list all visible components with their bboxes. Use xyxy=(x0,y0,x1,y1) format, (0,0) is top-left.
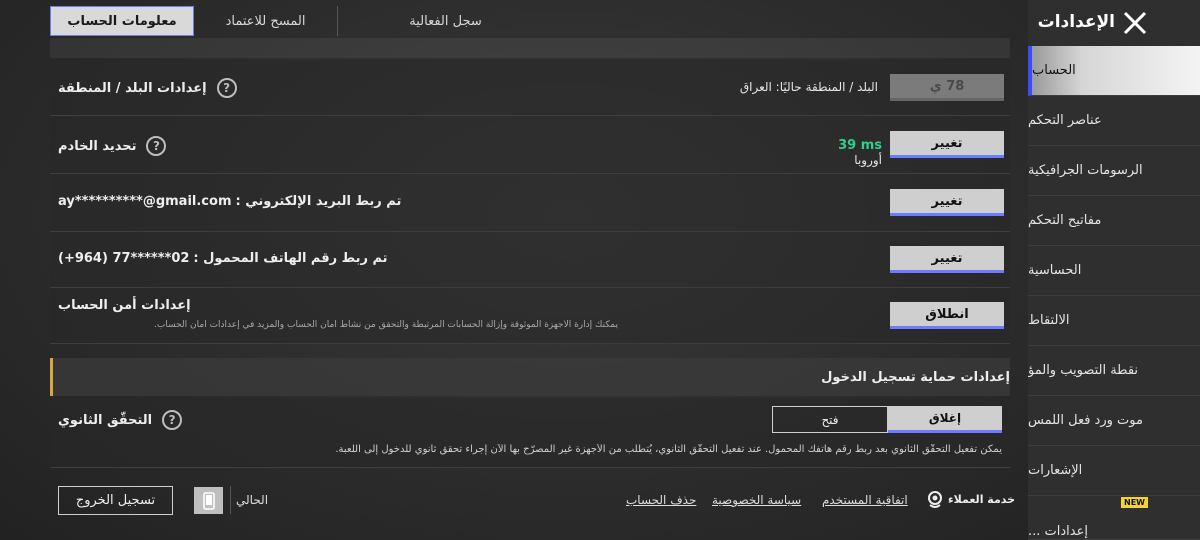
settings-sidebar: الإعدادات الحساب عناصر التحكم الرسومات ا… xyxy=(1028,0,1200,540)
two-factor-on-option[interactable]: فتح xyxy=(772,406,888,433)
change-phone-button[interactable]: تغيير xyxy=(890,246,1004,273)
sidebar-item-controls[interactable]: عناصر التحكم xyxy=(1028,96,1200,146)
server-label: تحديد الخادم xyxy=(58,138,137,154)
email-value: ay**********@gmail.com xyxy=(58,194,232,209)
top-tabs: معلومات الحساب المسح للاعتماد سجل الفعال… xyxy=(50,6,553,36)
security-description: يمكنك إدارة الأجهزة الموثوقة وإزالة الحس… xyxy=(154,320,618,330)
tab-scan-auth[interactable]: المسح للاعتماد xyxy=(194,6,338,36)
region-row: إعدادات البلد / المنطقة ? البلد / المنطق… xyxy=(50,60,1010,116)
sidebar-item-graphics[interactable]: الرسومات الجرافيكية xyxy=(1028,146,1200,196)
help-icon[interactable]: ? xyxy=(162,410,183,430)
tab-account-info[interactable]: معلومات الحساب xyxy=(50,6,194,36)
customer-support-link[interactable]: خدمة العملاء xyxy=(948,493,1015,506)
logout-button[interactable]: تسجيل الخروج xyxy=(58,486,173,515)
settings-title: الإعدادات xyxy=(1037,12,1115,32)
sidebar-item-keys[interactable]: مفاتيح التحكم xyxy=(1028,196,1200,246)
current-region-text: البلد / المنطقة حاليًا: العراق xyxy=(739,80,878,94)
support-icon[interactable] xyxy=(926,490,944,508)
phone-device-icon xyxy=(194,487,223,514)
sidebar-item-pickup[interactable]: الالتقاط xyxy=(1028,296,1200,346)
two-factor-off-option[interactable]: إغلاق xyxy=(888,406,1002,433)
server-status: 39 ms أوروبا xyxy=(810,138,882,167)
privacy-policy-link[interactable]: سياسة الخصوصية xyxy=(712,493,801,507)
sidebar-item-sensitivity[interactable]: الحساسية xyxy=(1028,246,1200,296)
region-label: إعدادات البلد / المنطقة xyxy=(58,80,207,96)
sidebar-item-crosshair[interactable]: نقطة التصويب والمؤ xyxy=(1028,346,1200,396)
two-factor-label: التحقّق الثانوي xyxy=(58,412,153,428)
security-label: إعدادات أمن الحساب xyxy=(58,298,191,313)
email-label: تم ربط البريد الإلكتروني : xyxy=(235,194,402,209)
delete-account-link[interactable]: حذف الحساب xyxy=(626,493,696,507)
tab-activity-log[interactable]: سجل الفعالية xyxy=(338,6,553,36)
current-device-label: الحالي xyxy=(236,493,269,507)
change-email-button[interactable]: تغيير xyxy=(890,189,1004,216)
tabs-divider xyxy=(50,38,1010,58)
launch-security-button[interactable]: انطلاق xyxy=(890,302,1004,329)
sidebar-item-account[interactable]: الحساب xyxy=(1028,46,1200,96)
new-badge: NEW xyxy=(1121,497,1148,508)
two-factor-toggle: فتح إغلاق xyxy=(772,406,1002,433)
security-row: إعدادات أمن الحساب يمكنك إدارة الأجهزة ا… xyxy=(50,288,1010,344)
phone-value: (+964) 77******02 xyxy=(58,251,190,266)
sidebar-menu: الحساب عناصر التحكم الرسومات الجرافيكية … xyxy=(1028,46,1200,540)
phone-row: (+964) 77******02 تم ربط رقم الهاتف المح… xyxy=(50,232,1010,288)
ping-value: 39 ms xyxy=(838,138,882,153)
two-factor-description: يمكن تفعيل التحقّق الثانوي بعد ربط رقم ه… xyxy=(335,444,1002,455)
server-region: أوروبا xyxy=(854,153,882,167)
server-row: تحديد الخادم ? 39 ms أوروبا تغيير xyxy=(50,116,1010,174)
sidebar-item-haptics[interactable]: موت ورد فعل اللمس xyxy=(1028,396,1200,446)
phone-label: تم ربط رقم الهاتف المحمول : xyxy=(193,251,388,266)
change-server-button[interactable]: تغيير xyxy=(890,131,1004,158)
login-protection-header: إعدادات حماية تسجيل الدخول xyxy=(50,358,1010,396)
email-row: ay**********@gmail.com تم ربط البريد الإ… xyxy=(50,174,1010,232)
help-icon[interactable]: ? xyxy=(216,78,237,98)
region-button[interactable]: 78 ي xyxy=(890,74,1004,101)
sidebar-item-more[interactable]: إعدادات ... xyxy=(1028,496,1200,540)
sidebar-item-notifications[interactable]: الإشعارات xyxy=(1028,446,1200,496)
footer-divider xyxy=(230,486,231,514)
user-agreement-link[interactable]: اتفاقية المستخدم xyxy=(822,493,908,507)
help-icon[interactable]: ? xyxy=(146,136,167,156)
close-icon[interactable] xyxy=(1122,10,1148,36)
